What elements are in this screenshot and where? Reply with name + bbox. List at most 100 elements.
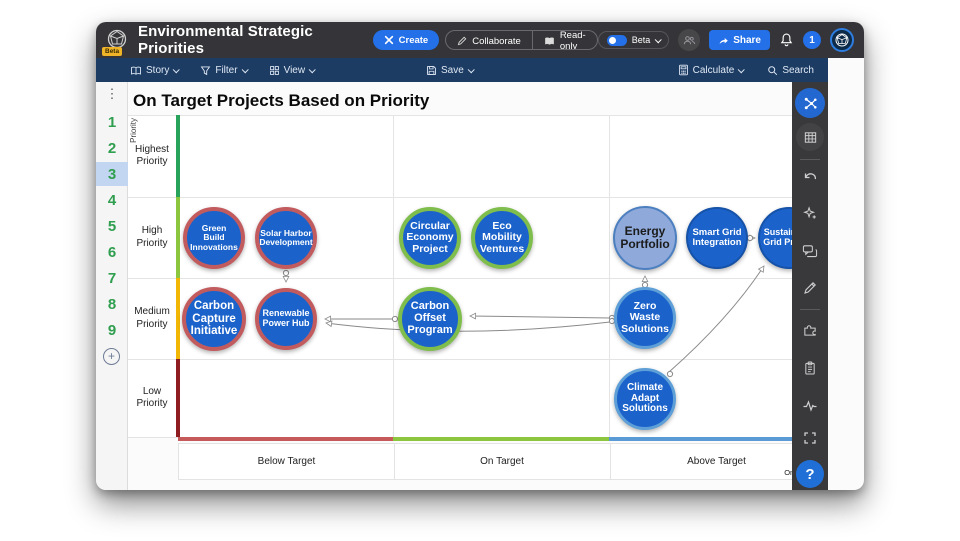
share-arrow-icon (718, 35, 729, 45)
project-bubble[interactable]: EnergyPortfolio (613, 206, 677, 270)
slide-number-7[interactable]: 7 (96, 266, 128, 290)
project-bubble[interactable]: Solar HarborDevelopment (255, 207, 317, 269)
view-grid-icon (269, 65, 280, 76)
undo-icon (802, 171, 818, 184)
y-axis-title: Priority (129, 118, 138, 143)
pulse-icon (802, 400, 818, 412)
sidebar-divider (800, 159, 820, 160)
gridline-horizontal (128, 278, 792, 279)
avatar[interactable] (830, 28, 854, 52)
gridline-horizontal (128, 197, 792, 198)
slide-number-1[interactable]: 1 (96, 110, 128, 134)
tasks-button[interactable] (804, 361, 817, 376)
extensions-button[interactable] (803, 323, 818, 338)
undo-button[interactable] (802, 171, 818, 184)
x-axis-segment (178, 437, 393, 441)
chevron-down-icon (241, 66, 248, 73)
x-category-label: On Target (394, 444, 610, 479)
people-icon (683, 35, 696, 46)
filter-funnel-icon (200, 65, 211, 76)
project-bubble[interactable]: CarbonCaptureInitiative (182, 287, 246, 351)
comments-icon (802, 244, 818, 259)
slide-number-2[interactable]: 2 (96, 136, 128, 160)
footer-divider (610, 444, 611, 479)
slide-number-6[interactable]: 6 (96, 240, 128, 264)
gridline-vertical (393, 115, 394, 437)
notification-count-badge[interactable]: 1 (803, 31, 821, 49)
story-menu[interactable]: Story (130, 65, 178, 76)
search-button[interactable]: Search (767, 64, 814, 76)
puzzle-icon (803, 323, 818, 338)
project-bubble[interactable]: EcoMobilityVentures (471, 207, 533, 269)
y-category-label: HighPriority (128, 197, 176, 278)
project-bubble[interactable]: ZeroWasteSolutions (614, 287, 676, 349)
sparkle-icon (803, 206, 818, 221)
share-button[interactable]: Share (709, 30, 770, 50)
mode-switcher: Collaborate Read-only (445, 30, 597, 50)
chart-title: On Target Projects Based on Priority (133, 91, 429, 111)
pencil-icon (803, 281, 817, 295)
data-grid-icon (803, 130, 818, 145)
people-button[interactable] (678, 29, 700, 51)
kebab-menu-icon[interactable]: ⋮ (96, 86, 128, 102)
app-header: Beta Environmental Strategic Priorities … (96, 22, 864, 58)
chevron-down-icon (738, 66, 745, 73)
view-menu[interactable]: View (269, 65, 315, 76)
x-axis-segment (393, 437, 609, 441)
project-bubble[interactable]: CarbonOffsetProgram (398, 287, 462, 351)
project-bubble[interactable]: RenewablePower Hub (255, 288, 317, 350)
chart-canvas: On Target Projects Based on Priority Hig… (128, 82, 792, 490)
y-axis-segment (176, 115, 180, 197)
chevron-down-icon (467, 66, 474, 73)
slide-number-8[interactable]: 8 (96, 292, 128, 316)
notifications-button[interactable] (779, 32, 794, 48)
chevron-down-icon (655, 36, 662, 43)
slide-number-4[interactable]: 4 (96, 188, 128, 212)
slide-number-3[interactable]: 3 (96, 162, 128, 186)
filter-menu[interactable]: Filter (200, 65, 246, 76)
project-bubble[interactable]: ClimateAdaptSolutions (614, 368, 676, 430)
fullscreen-button[interactable] (803, 431, 817, 445)
project-bubble[interactable]: Smart GridIntegration (686, 207, 748, 269)
avatar-logo-icon (834, 32, 850, 48)
create-icon (384, 35, 394, 45)
create-button[interactable]: Create (373, 30, 440, 50)
chart-grid-background (128, 115, 792, 437)
comments-button[interactable] (802, 244, 818, 259)
ai-sparkle-button[interactable] (803, 206, 818, 221)
app-logo[interactable]: Beta (104, 27, 130, 53)
readonly-button[interactable]: Read-only (532, 31, 597, 50)
beta-toggle-switch (607, 35, 627, 46)
collaborate-button[interactable]: Collaborate (446, 31, 532, 50)
story-book-icon (130, 65, 142, 76)
tool-sidebar: ? (792, 82, 828, 490)
gridline-horizontal (128, 359, 792, 360)
data-grid-button[interactable] (796, 123, 824, 151)
add-slide-button[interactable]: + (103, 348, 120, 365)
chevron-down-icon (173, 66, 180, 73)
chevron-down-icon (309, 66, 316, 73)
project-bubble[interactable]: CircularEconomyProject (399, 207, 461, 269)
relationships-view-button[interactable] (795, 88, 825, 118)
beta-toggle[interactable]: Beta (598, 31, 670, 49)
story-title: Environmental Strategic Priorities (138, 23, 341, 57)
slide-number-5[interactable]: 5 (96, 214, 128, 238)
readonly-book-icon (544, 36, 555, 46)
y-category-label: MediumPriority (128, 278, 176, 359)
x-category-label: Below Target (179, 444, 394, 479)
bell-icon (779, 32, 794, 48)
relationships-icon (802, 95, 819, 112)
beta-badge: Beta (102, 47, 122, 56)
save-button[interactable]: Save (426, 65, 473, 76)
y-axis-segment (176, 359, 180, 437)
help-icon: ? (796, 460, 824, 488)
calculate-menu[interactable]: Calculate (678, 64, 744, 76)
activity-button[interactable] (802, 400, 818, 412)
project-bubble[interactable]: Green BuildInnovations (183, 207, 245, 269)
axis-corner-note: On Target (784, 468, 792, 477)
slide-panel: ⋮ 123456789 + (96, 82, 128, 490)
annotate-button[interactable] (803, 281, 817, 295)
gridline-horizontal (128, 115, 792, 116)
slide-number-9[interactable]: 9 (96, 318, 128, 342)
help-button[interactable]: ? (796, 460, 824, 488)
